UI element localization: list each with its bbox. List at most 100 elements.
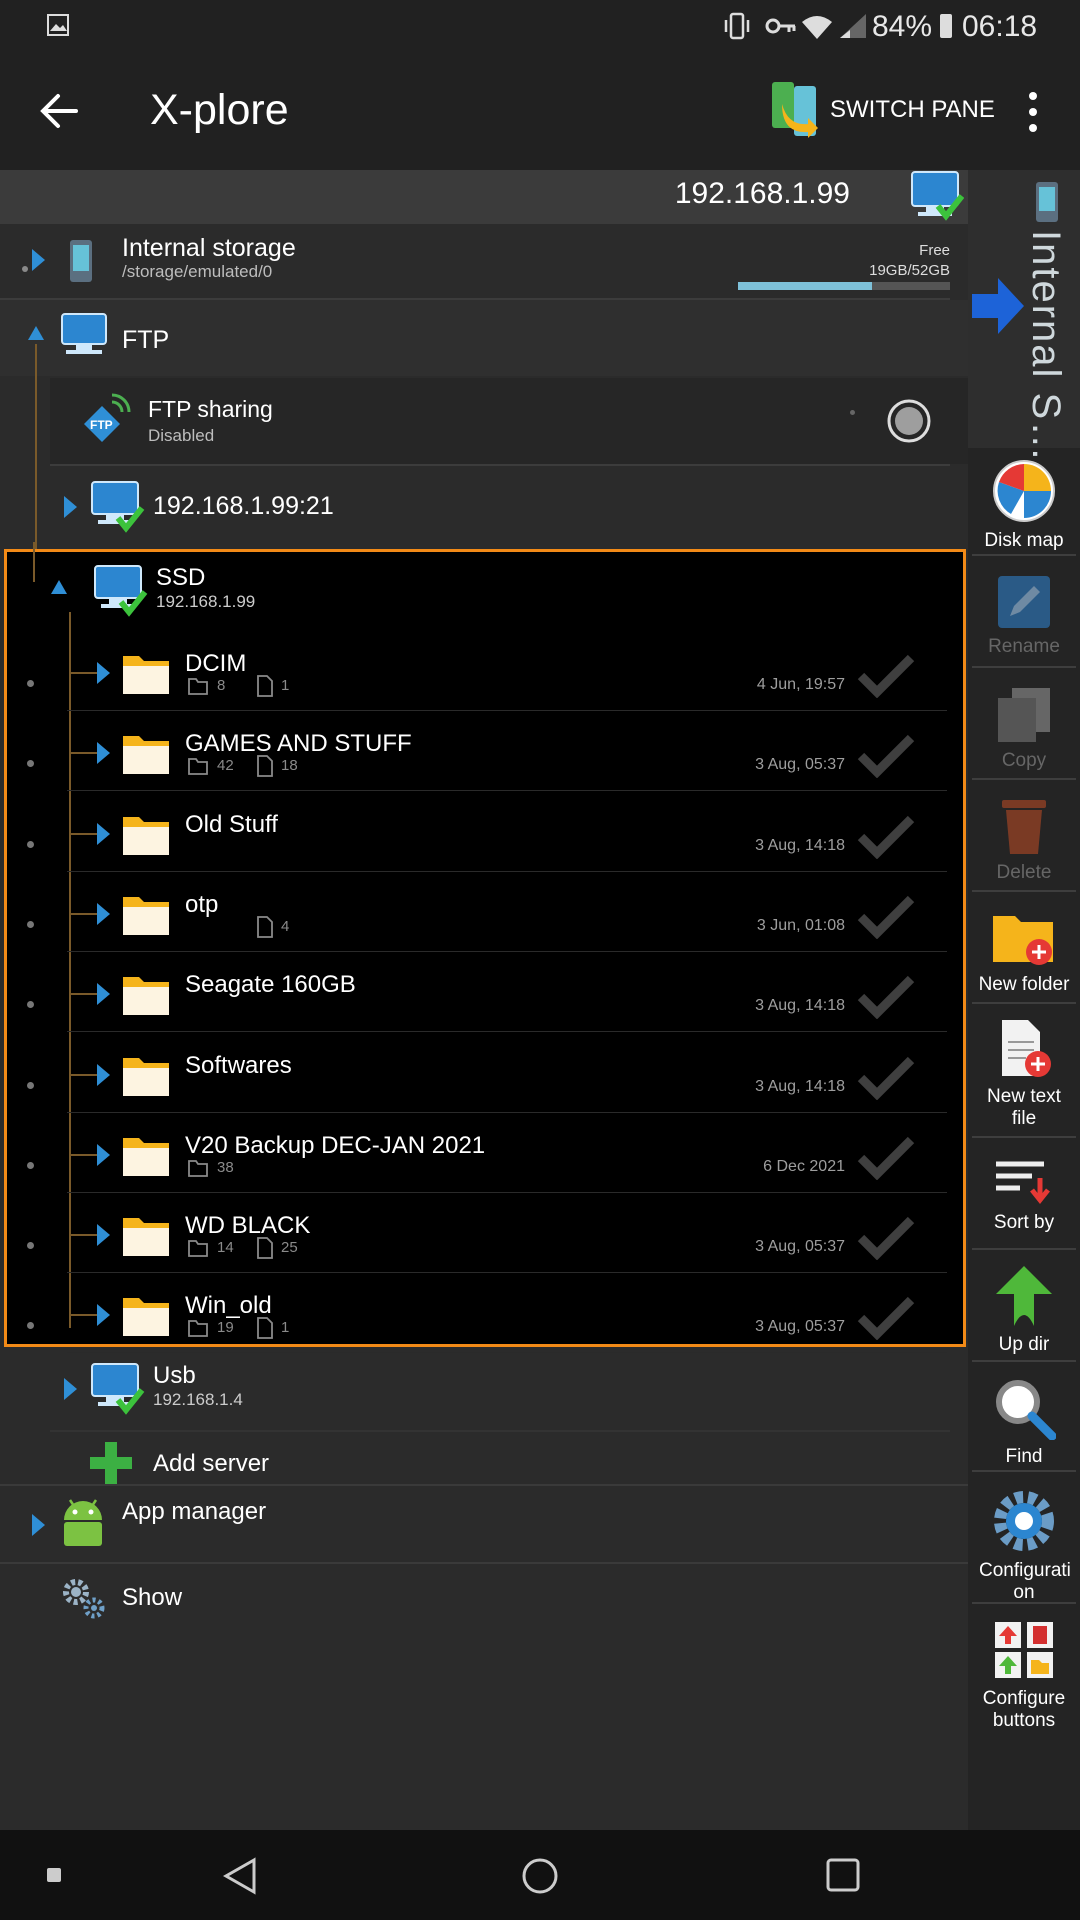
disk-map-icon	[993, 460, 1055, 522]
up-dir-button[interactable]: Up dir	[968, 1264, 1080, 1356]
folder-row[interactable]: Win_old 19 1 3 Aug, 05:37	[7, 1274, 965, 1354]
nav-recents-icon[interactable]	[824, 1856, 862, 1894]
divider	[972, 778, 1076, 780]
ftp-toggle-radio[interactable]	[886, 398, 932, 444]
switch-pane-button[interactable]: SWITCH PANE	[768, 78, 1028, 144]
app-manager-label: App manager	[122, 1498, 267, 1525]
expand-arrow-icon[interactable]	[97, 1224, 110, 1247]
checkmark-icon[interactable]	[857, 1134, 915, 1180]
storage-size: 19GB/52GB	[869, 262, 950, 279]
collapse-arrow-icon[interactable]	[28, 326, 44, 340]
ftp-sharing-label: FTP sharing	[148, 396, 273, 422]
folder-name: GAMES AND STUFF	[185, 730, 412, 758]
subfolder-count-icon	[188, 1240, 208, 1257]
current-server-ip: 192.168.1.99	[674, 177, 850, 210]
show-row[interactable]: Show	[0, 1564, 968, 1634]
sort-by-button[interactable]: Sort by	[968, 1156, 1080, 1234]
internal-storage-row[interactable]: Internal storage /storage/emulated/0 Fre…	[0, 224, 968, 298]
find-button[interactable]: Find	[968, 1376, 1080, 1468]
disk-map-button[interactable]: Disk map	[968, 458, 1080, 552]
rename-button[interactable]: Rename	[968, 574, 1080, 658]
back-arrow-icon[interactable]	[38, 90, 80, 132]
checkmark-icon[interactable]	[857, 1214, 915, 1261]
checkmark-icon[interactable]	[857, 973, 915, 1020]
trash-icon	[1002, 800, 1046, 854]
folder-row[interactable]: Old Stuff 3 Aug, 14:18	[7, 793, 965, 873]
search-icon	[996, 1380, 1056, 1440]
file-count: 1	[281, 677, 290, 694]
checkmark-icon[interactable]	[857, 1294, 915, 1341]
subfolder-count: 42	[217, 757, 234, 775]
folder-date: 3 Aug, 05:37	[755, 1318, 845, 1336]
checkmark-icon[interactable]	[857, 652, 915, 698]
expand-arrow-icon[interactable]	[64, 496, 77, 518]
checkmark-icon[interactable]	[857, 813, 915, 859]
expand-arrow-icon[interactable]	[32, 249, 45, 271]
folder-row[interactable]: V20 Backup DEC-JAN 2021 38 6 Dec 2021	[7, 1114, 965, 1194]
nav-back-icon[interactable]	[222, 1856, 258, 1896]
divider	[972, 554, 1076, 556]
storage-usage-bar	[738, 282, 950, 290]
checkmark-icon[interactable]	[857, 732, 915, 779]
expand-arrow-icon[interactable]	[97, 1304, 110, 1327]
configuration-button[interactable]: Configurati on	[968, 1488, 1080, 1604]
folder-row[interactable]: Softwares 3 Aug, 14:18	[7, 1034, 965, 1114]
nav-dot-button[interactable]	[47, 1868, 61, 1882]
ftp-row[interactable]: FTP	[0, 300, 968, 376]
ftp-sharing-status: Disabled	[148, 426, 215, 445]
signal-icon	[840, 14, 866, 38]
tree-dot	[27, 1001, 34, 1009]
usb-server-icon	[91, 1363, 145, 1415]
checkmark-icon[interactable]	[857, 893, 915, 939]
phone-storage-icon	[70, 240, 92, 282]
subfolder-count-icon	[188, 1320, 208, 1338]
folder-icon	[123, 977, 169, 1016]
expand-arrow-icon[interactable]	[64, 1378, 77, 1400]
new-folder-button[interactable]: New folder	[968, 908, 1080, 996]
ftp-server-row[interactable]: 192.168.1.99:21	[50, 466, 968, 548]
file-count: 1	[281, 1319, 290, 1337]
folder-row[interactable]: WD BLACK 14 25 3 Aug, 05:37	[7, 1194, 965, 1274]
folder-row[interactable]: otp 4 3 Jun, 01:08	[7, 873, 965, 953]
file-count-icon	[257, 675, 273, 697]
right-pane-tab[interactable]: Internal S…	[968, 170, 1080, 463]
subfolder-count: 19	[217, 1319, 234, 1337]
overflow-menu-icon[interactable]	[1023, 90, 1043, 134]
subfolder-count-icon	[188, 1159, 208, 1177]
wifi-icon	[802, 16, 832, 39]
folder-row[interactable]: GAMES AND STUFF 42 18 3 Aug, 05:37	[7, 712, 965, 792]
ftp-sharing-row[interactable]: FTP FTP sharing Disabled	[50, 378, 968, 464]
app-bar: X-plore SWITCH PANE	[0, 52, 1080, 170]
ssd-name: SSD	[156, 564, 206, 591]
expand-arrow-icon[interactable]	[97, 742, 110, 765]
copy-button[interactable]: Copy	[968, 684, 1080, 772]
expand-arrow-icon[interactable]	[97, 822, 110, 845]
new-text-file-button[interactable]: New text file	[968, 1018, 1080, 1130]
tree-dot	[27, 1161, 34, 1169]
vibrate-icon	[724, 12, 750, 40]
subfolder-count: 38	[217, 1158, 234, 1176]
sort-icon	[996, 1161, 1050, 1205]
folder-row[interactable]: Seagate 160GB 3 Aug, 14:18	[7, 953, 965, 1033]
file-count: 18	[281, 757, 298, 775]
expand-arrow-icon[interactable]	[97, 902, 110, 925]
collapse-arrow-icon[interactable]	[51, 580, 67, 594]
configure-buttons-label: Configure buttons	[982, 1688, 1066, 1731]
usb-row[interactable]: Usb 192.168.1.4	[50, 1350, 968, 1430]
expand-arrow-icon[interactable]	[97, 662, 110, 684]
expand-arrow-icon[interactable]	[97, 1063, 110, 1086]
ftp-server-icon	[61, 313, 107, 354]
divider	[972, 1136, 1076, 1138]
delete-button[interactable]: Delete	[968, 796, 1080, 884]
app-manager-row[interactable]: App manager	[0, 1486, 968, 1562]
folder-row[interactable]: DCIM 8 1 4 Jun, 19:57	[7, 632, 965, 712]
ssd-row[interactable]: SSD 192.168.1.99	[7, 552, 965, 632]
gears-icon	[63, 1579, 105, 1619]
configure-buttons-button[interactable]: Configure buttons	[968, 1618, 1080, 1732]
expand-arrow-icon[interactable]	[32, 1514, 45, 1536]
expand-arrow-icon[interactable]	[97, 983, 110, 1006]
checkmark-icon[interactable]	[857, 1054, 915, 1100]
folder-date: 3 Aug, 05:37	[755, 1238, 845, 1256]
expand-arrow-icon[interactable]	[97, 1143, 110, 1166]
nav-home-icon[interactable]	[520, 1856, 560, 1896]
